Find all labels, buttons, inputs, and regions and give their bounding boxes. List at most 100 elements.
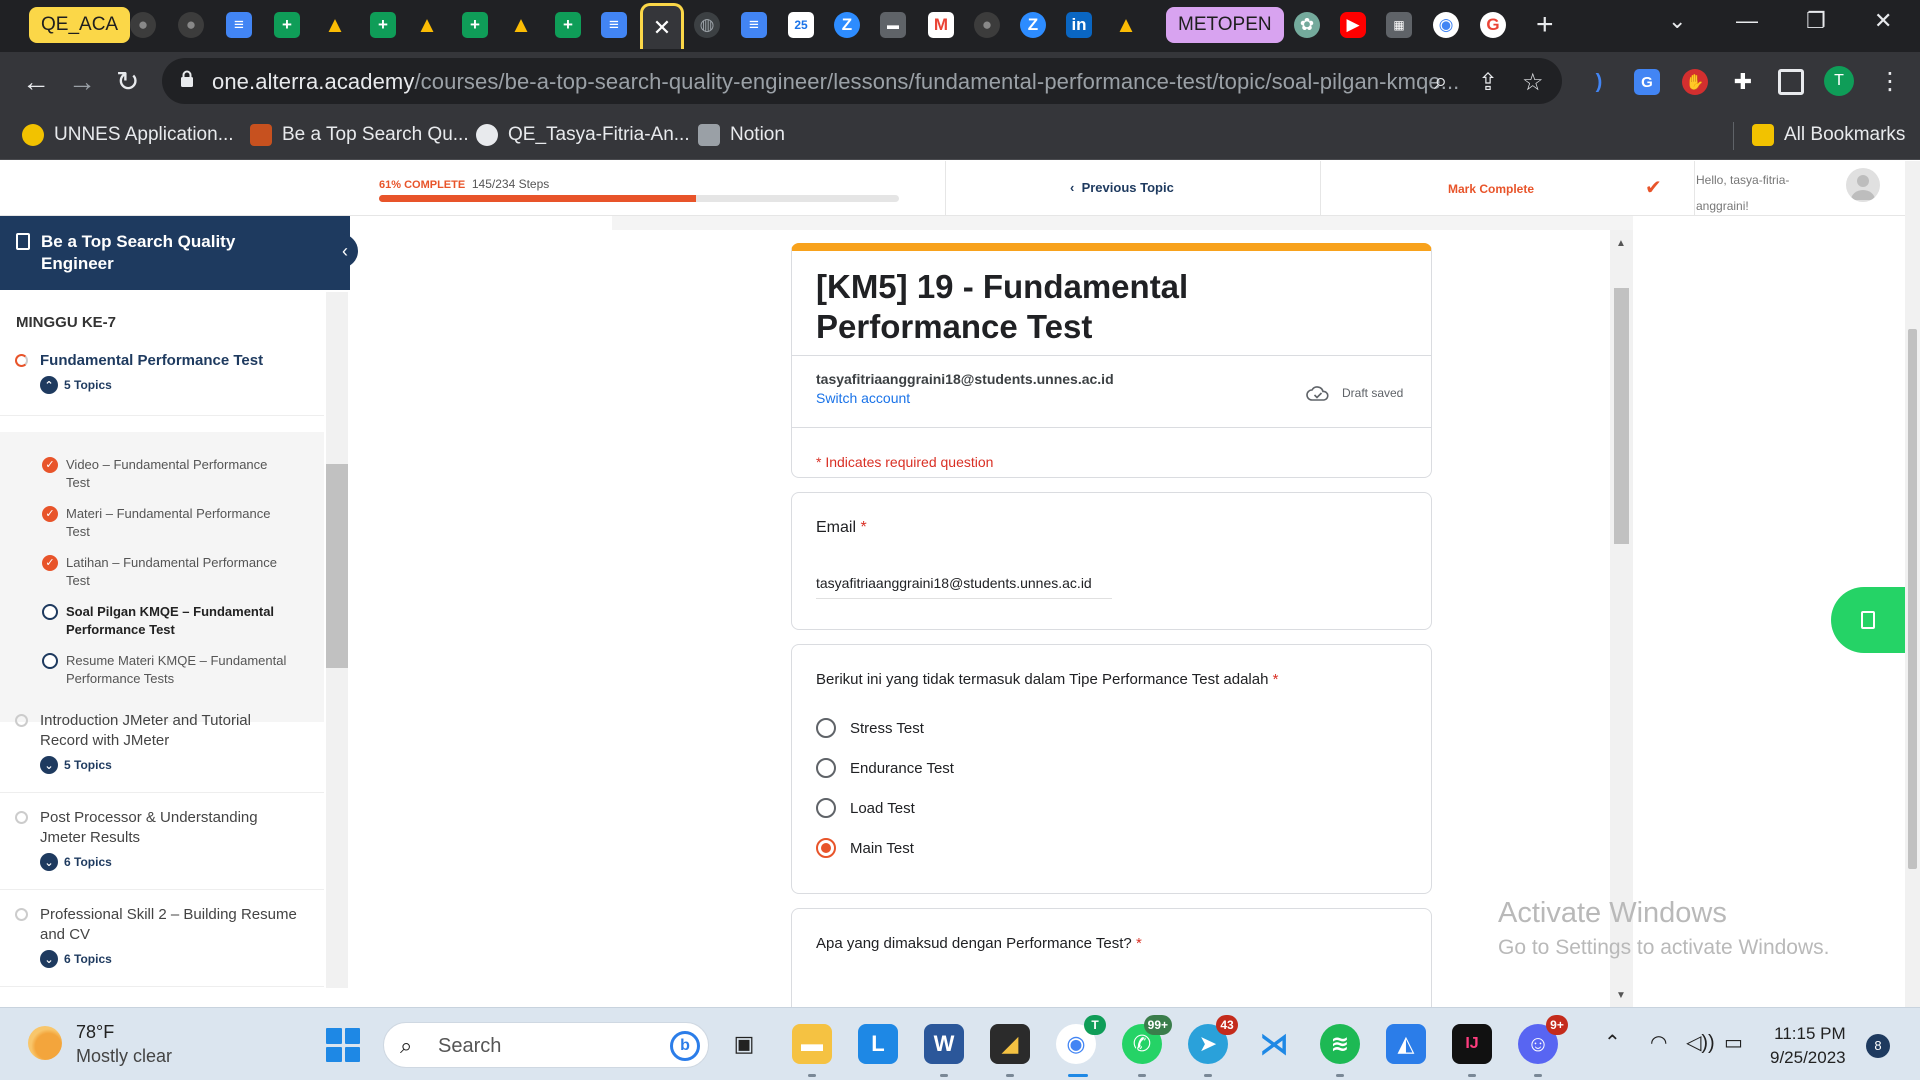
side-panel-icon[interactable] [1778,69,1804,95]
youtube-icon[interactable]: ▶ [1340,12,1366,38]
battery-icon[interactable]: ▭ [1724,1030,1743,1055]
zoom-lens-icon[interactable]: ⌕ [1434,68,1447,96]
tab-search-icon[interactable]: ⌄ [1668,8,1686,34]
drive-icon[interactable]: ▲ [508,12,534,38]
volume-icon[interactable]: ◁)) [1686,1030,1715,1055]
drive-icon[interactable]: ▲ [414,12,440,38]
mark-complete-button[interactable]: Mark Complete [1448,182,1534,196]
minimize-icon[interactable]: — [1736,8,1758,34]
forward-icon[interactable]: → [68,62,96,102]
intellij-icon[interactable]: IJ [1452,1024,1492,1064]
calendar-icon[interactable]: 25 [788,12,814,38]
radio-option[interactable]: Load Test [816,798,915,818]
radio-button[interactable] [816,758,836,778]
topic-item[interactable]: ✓ Latihan – Fundamental Performance Test [42,554,292,590]
docs-icon[interactable]: ≡ [741,12,767,38]
sidebar-scrollbar[interactable] [326,292,348,988]
all-bookmarks[interactable]: All Bookmarks [1752,124,1905,146]
taskbar-search[interactable]: ⌕ Search b [383,1022,709,1068]
file-explorer-icon[interactable]: ▬ [792,1024,832,1064]
topic-item-current[interactable]: Soal Pilgan KMQE – Fundamental Performan… [42,603,292,639]
radio-option[interactable]: Stress Test [816,718,924,738]
lesson-title[interactable]: Fundamental Performance Test [40,351,300,371]
vscode-icon[interactable]: ⋊ [1254,1024,1294,1064]
form-scroll-thumb[interactable] [1614,288,1629,544]
topics-toggle[interactable]: ⌃ 5 Topics [40,376,112,394]
user-avatar[interactable] [1846,168,1880,202]
task-view-icon[interactable]: ▣ [724,1024,764,1064]
topic-item[interactable]: ✓ Materi – Fundamental Performance Test [42,505,292,541]
tab-group-qe-aca[interactable]: QE_ACA [29,7,131,43]
share-icon[interactable]: ⇪ [1478,68,1498,97]
check-icon[interactable]: ✔ [1645,175,1662,200]
radio-button[interactable] [816,718,836,738]
bing-icon[interactable]: b [670,1031,700,1061]
zoom-icon[interactable]: Z [1020,12,1046,38]
address-bar[interactable]: one.alterra.academy/courses/be-a-top-sea… [162,58,1562,104]
tray-overflow-icon[interactable]: ⌃ [1604,1030,1621,1055]
tab-icon[interactable]: ▬ [880,12,906,38]
notification-badge[interactable]: 8 [1866,1034,1890,1058]
tab-icon[interactable]: ▦ [1386,12,1412,38]
bookmark-course[interactable]: Be a Top Search Qu... [250,124,469,146]
restore-icon[interactable]: ❐ [1806,8,1826,34]
bookmark-notion[interactable]: Notion [698,124,785,146]
switch-account-link[interactable]: Switch account [816,390,910,406]
radio-button[interactable] [816,798,836,818]
github-icon[interactable]: ● [178,12,204,38]
zoom-icon[interactable]: Z [834,12,860,38]
gmail-icon[interactable]: M [928,12,954,38]
topics-toggle[interactable]: ⌄ 5 Topics [40,756,112,774]
word-icon[interactable]: W [924,1024,964,1064]
form-scrollbar[interactable]: ▲ ▼ [1610,230,1633,1007]
sheets-icon[interactable]: + [370,12,396,38]
scroll-down-icon[interactable]: ▼ [1616,990,1626,1001]
chrome-icon[interactable]: ◉ [1433,12,1459,38]
tab-group-metopen[interactable]: METOPEN [1166,7,1284,43]
lesson-current[interactable]: Fundamental Performance Test ⌃ 5 Topics [0,336,324,416]
lesson-title[interactable]: Introduction JMeter and Tutorial Record … [40,711,300,751]
windows-start-icon[interactable] [326,1028,360,1062]
previous-topic-button[interactable]: ‹ Previous Topic [1070,180,1174,195]
adblock-icon[interactable]: ✋ [1682,69,1708,95]
sheets-icon[interactable]: + [462,12,488,38]
photos-icon[interactable]: ◭ [1386,1024,1426,1064]
linkedin-icon[interactable]: in [1066,12,1092,38]
bookmark-unnes[interactable]: UNNES Application... [22,124,234,146]
sidebar-scroll-thumb[interactable] [326,464,348,668]
radio-button-selected[interactable] [816,838,836,858]
menu-icon[interactable]: ⋮ [1878,62,1902,102]
whatsapp-icon[interactable]: ✆ 99+ [1122,1015,1172,1064]
collapse-sidebar-button[interactable]: ‹ [332,234,358,268]
lesson-title[interactable]: Professional Skill 2 – Building Resume a… [40,905,300,945]
url-text[interactable]: one.alterra.academy/courses/be-a-top-sea… [212,69,1459,95]
google-icon[interactable]: G [1480,12,1506,38]
github-icon[interactable]: ● [130,12,156,38]
chrome-icon[interactable]: ◉ T [1056,1015,1106,1064]
radio-option-selected[interactable]: Main Test [816,838,914,858]
active-tab-close-button[interactable]: ✕ [640,3,684,49]
radio-option[interactable]: Endurance Test [816,758,954,778]
sheets-icon[interactable]: + [555,12,581,38]
sticky-notes-icon[interactable]: ◢ [990,1024,1030,1064]
topics-toggle[interactable]: ⌄ 6 Topics [40,950,112,968]
drive-icon[interactable]: ▲ [1113,12,1139,38]
lesson-title[interactable]: Post Processor & Understanding Jmeter Re… [40,808,300,848]
topic-item[interactable]: ✓ Video – Fundamental Performance Test [42,456,292,492]
drive-icon[interactable]: ▲ [322,12,348,38]
weather-widget[interactable]: 78°F Mostly clear [28,1022,172,1067]
docs-icon[interactable]: ≡ [601,12,627,38]
course-title[interactable]: Be a Top Search Quality Engineer [41,231,271,275]
clock[interactable]: 11:15 PM 9/25/2023 [1770,1022,1846,1070]
chatgpt-icon[interactable]: ✿ [1294,12,1320,38]
close-window-icon[interactable]: ✕ [1874,8,1892,34]
lesson-item[interactable]: Post Processor & Understanding Jmeter Re… [0,793,324,890]
back-icon[interactable]: ← [22,62,50,102]
bookmark-github[interactable]: QE_Tasya-Fitria-An... [476,124,690,146]
sheets-icon[interactable]: + [274,12,300,38]
bookmark-star-icon[interactable]: ☆ [1522,68,1544,97]
chat-widget-button[interactable] [1831,587,1905,653]
translate-icon[interactable]: G [1634,69,1660,95]
github-icon[interactable]: ● [974,12,1000,38]
extensions-puzzle-icon[interactable]: ✚ [1730,69,1756,95]
